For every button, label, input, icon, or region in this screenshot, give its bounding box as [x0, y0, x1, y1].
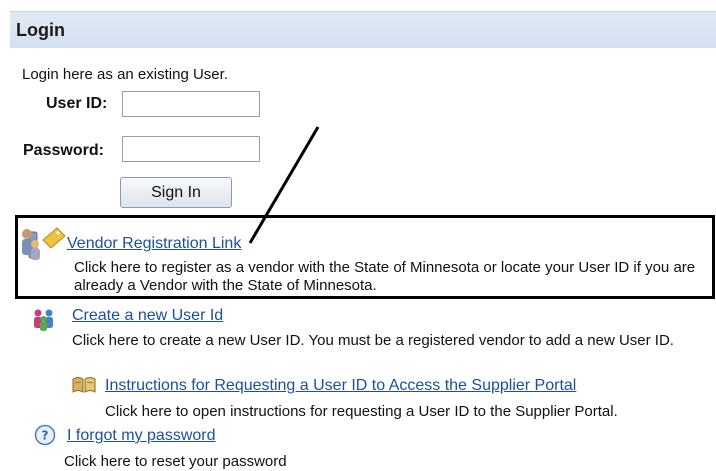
vendor-registration-link[interactable]: Vendor Registration Link [67, 235, 241, 253]
forgot-password-link[interactable]: I forgot my password [67, 427, 216, 445]
login-intro-text: Login here as an existing User. [22, 66, 228, 83]
create-user-id-description: Click here to create a new User ID. You … [72, 332, 674, 349]
sign-in-button[interactable]: Sign In [120, 177, 232, 208]
help-icon: ? [34, 424, 56, 446]
svg-text:?: ? [42, 429, 49, 443]
login-header-bar [10, 11, 716, 48]
forgot-password-description: Click here to reset your password [64, 453, 287, 470]
password-input[interactable] [122, 136, 260, 162]
instructions-description: Click here to open instructions for requ… [105, 403, 618, 420]
vendor-registration-icon [22, 227, 66, 260]
create-user-id-link[interactable]: Create a new User Id [72, 307, 223, 325]
vendor-registration-description: Click here to register as a vendor with … [74, 259, 696, 294]
login-title: Login [16, 20, 65, 40]
book-icon [72, 377, 96, 393]
instructions-link[interactable]: Instructions for Requesting a User ID to… [105, 377, 576, 395]
user-id-label: User ID: [46, 95, 108, 112]
password-label: Password: [23, 142, 104, 159]
users-icon [34, 309, 53, 331]
user-id-input[interactable] [122, 91, 260, 117]
